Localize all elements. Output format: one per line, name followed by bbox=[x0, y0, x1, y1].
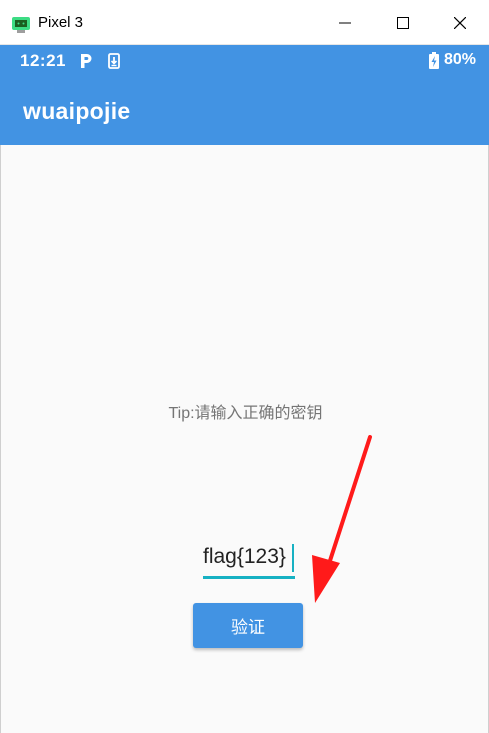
parking-icon bbox=[81, 54, 92, 68]
battery-percentage: 80% bbox=[443, 51, 476, 68]
input-underline bbox=[203, 576, 295, 579]
window-title: Pixel 3 bbox=[38, 14, 84, 31]
red-arrow-annotation bbox=[312, 435, 372, 603]
download-icon bbox=[108, 53, 120, 69]
status-clock: 12:21 bbox=[20, 51, 66, 70]
key-input-value: flag{123} bbox=[203, 545, 286, 568]
minimize-icon bbox=[339, 22, 351, 23]
status-bar: 12:21 80% bbox=[0, 45, 489, 77]
window-titlebar: Pixel 3 bbox=[0, 0, 489, 45]
android-emulator-icon bbox=[12, 17, 30, 33]
battery-indicator: 80% bbox=[428, 51, 476, 69]
close-button[interactable] bbox=[431, 0, 489, 45]
tip-text: Tip:请输入正确的密钥 bbox=[168, 405, 323, 422]
close-icon bbox=[454, 16, 466, 29]
text-cursor bbox=[292, 544, 294, 572]
app-title: wuaipojie bbox=[23, 98, 131, 124]
verify-button[interactable]: 验证 bbox=[193, 603, 303, 648]
maximize-icon bbox=[397, 16, 409, 29]
key-input[interactable]: flag{123} bbox=[203, 541, 295, 579]
app-bar: wuaipojie bbox=[0, 77, 489, 145]
minimize-button[interactable] bbox=[316, 0, 374, 45]
main-content: Tip:请输入正确的密钥 flag{123} 验证 bbox=[0, 145, 489, 733]
battery-charging-icon bbox=[428, 51, 439, 69]
maximize-button[interactable] bbox=[374, 0, 432, 45]
